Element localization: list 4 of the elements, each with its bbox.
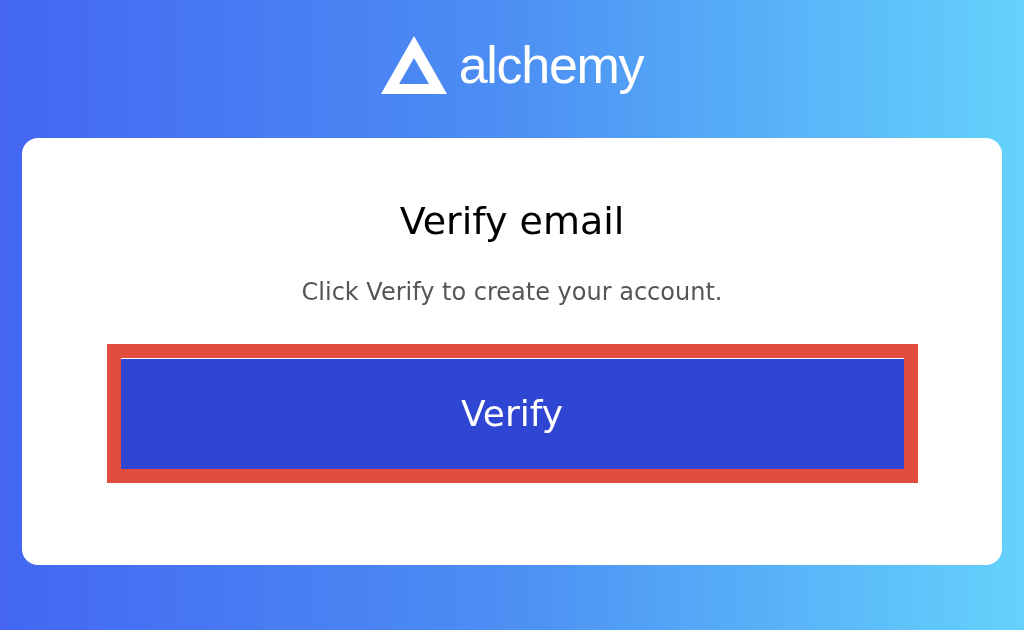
card-title: Verify email	[399, 202, 625, 240]
verify-button[interactable]: Verify	[120, 358, 904, 469]
card-message: Click Verify to create your account.	[301, 280, 723, 304]
logo-icon	[380, 36, 447, 94]
